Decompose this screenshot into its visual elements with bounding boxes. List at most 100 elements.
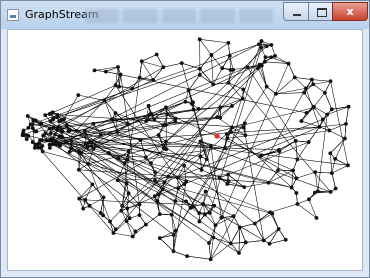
graph-node[interactable] [39,138,44,143]
graph-node[interactable] [199,168,204,172]
graph-node[interactable] [133,229,138,234]
graph-node[interactable] [226,40,231,45]
graph-node[interactable] [186,88,191,93]
graph-node[interactable] [148,112,153,117]
graph-node[interactable] [219,215,224,220]
graph-view[interactable] [7,29,363,271]
graph-node[interactable] [152,194,157,199]
graph-node[interactable] [113,83,118,88]
graph-node[interactable] [153,178,157,183]
graph-node[interactable] [32,146,37,150]
graph-node[interactable] [59,128,64,133]
graph-node[interactable] [203,212,207,217]
graph-node[interactable] [146,103,151,108]
graph-node[interactable] [34,129,39,134]
graph-node[interactable] [57,143,61,148]
graph-node[interactable] [83,141,88,146]
graph-node[interactable] [163,123,168,127]
graph-node[interactable] [276,227,281,231]
graph-node[interactable] [39,121,44,126]
graph-node[interactable] [306,140,311,144]
graph-node[interactable] [217,175,222,180]
graph-node[interactable] [78,151,83,155]
graph-node[interactable] [91,146,96,151]
graph-node[interactable] [85,145,90,150]
graph-node[interactable] [40,149,45,154]
graph-node[interactable] [327,128,332,133]
graph-node[interactable] [269,55,274,60]
graph-node[interactable] [241,87,246,92]
graph-node[interactable] [31,118,36,123]
graph-node[interactable] [47,112,52,116]
graph-node[interactable] [156,133,161,138]
graph-node[interactable] [139,59,144,64]
graph-node[interactable] [171,233,176,237]
graph-node[interactable] [111,231,116,235]
graph-node[interactable] [191,100,195,105]
graph-node[interactable] [122,161,127,165]
graph-node[interactable] [116,156,121,161]
graph-node[interactable] [263,55,268,60]
graph-node[interactable] [41,133,46,138]
graph-node[interactable] [266,180,271,185]
graph-canvas[interactable] [8,30,362,270]
graph-node[interactable] [197,37,202,42]
graph-node[interactable] [292,75,297,80]
graph-node[interactable] [237,251,241,255]
graph-node[interactable] [143,155,148,160]
graph-node[interactable] [164,105,168,110]
graph-node[interactable] [37,141,42,146]
graph-node[interactable] [77,196,82,201]
graph-node[interactable] [157,236,162,240]
graph-node[interactable] [197,219,202,224]
graph-node[interactable] [241,125,246,130]
graph-node[interactable] [91,121,96,126]
graph-node[interactable] [226,80,231,85]
graph-node[interactable] [130,234,135,239]
graph-node[interactable] [311,104,316,109]
graph-node[interactable] [196,107,201,111]
graph-node[interactable] [269,43,274,47]
graph-node[interactable] [328,190,333,194]
graph-node[interactable] [43,113,48,118]
graph-node[interactable] [83,197,88,202]
graph-node[interactable] [182,163,187,168]
graph-node[interactable] [160,187,165,192]
graph-node[interactable] [101,213,105,218]
graph-node[interactable] [116,65,120,69]
graph-node[interactable] [208,257,213,262]
graph-node[interactable] [317,124,322,129]
graph-node[interactable] [237,225,242,230]
graph-node[interactable] [30,140,35,144]
graph-node[interactable] [124,219,129,224]
graph-node[interactable] [55,115,60,120]
graph-node[interactable] [213,223,218,228]
graph-node[interactable] [62,117,66,121]
graph-node[interactable] [185,254,190,259]
graph-node[interactable] [25,114,30,118]
graph-node[interactable] [149,161,153,166]
graph-node[interactable] [343,136,347,141]
highlighted-node[interactable] [214,133,220,139]
graph-node[interactable] [166,174,171,179]
graph-node[interactable] [227,53,232,58]
graph-node[interactable] [76,167,81,172]
graph-node[interactable] [261,238,266,243]
graph-node[interactable] [110,117,114,122]
graph-node[interactable] [229,125,234,130]
graph-node[interactable] [152,117,157,122]
graph-node[interactable] [242,121,247,126]
graph-node[interactable] [127,216,132,221]
graph-node[interactable] [295,202,300,206]
close-button[interactable]: x [332,2,368,21]
graph-node[interactable] [220,66,225,71]
graph-node[interactable] [197,73,202,77]
graph-node[interactable] [183,99,188,104]
graph-node[interactable] [259,39,264,43]
graph-node[interactable] [108,219,112,224]
graph-node[interactable] [53,132,57,137]
graph-node[interactable] [312,190,317,195]
graph-node[interactable] [230,104,234,108]
graph-node[interactable] [198,139,203,144]
graph-node[interactable] [64,124,69,129]
